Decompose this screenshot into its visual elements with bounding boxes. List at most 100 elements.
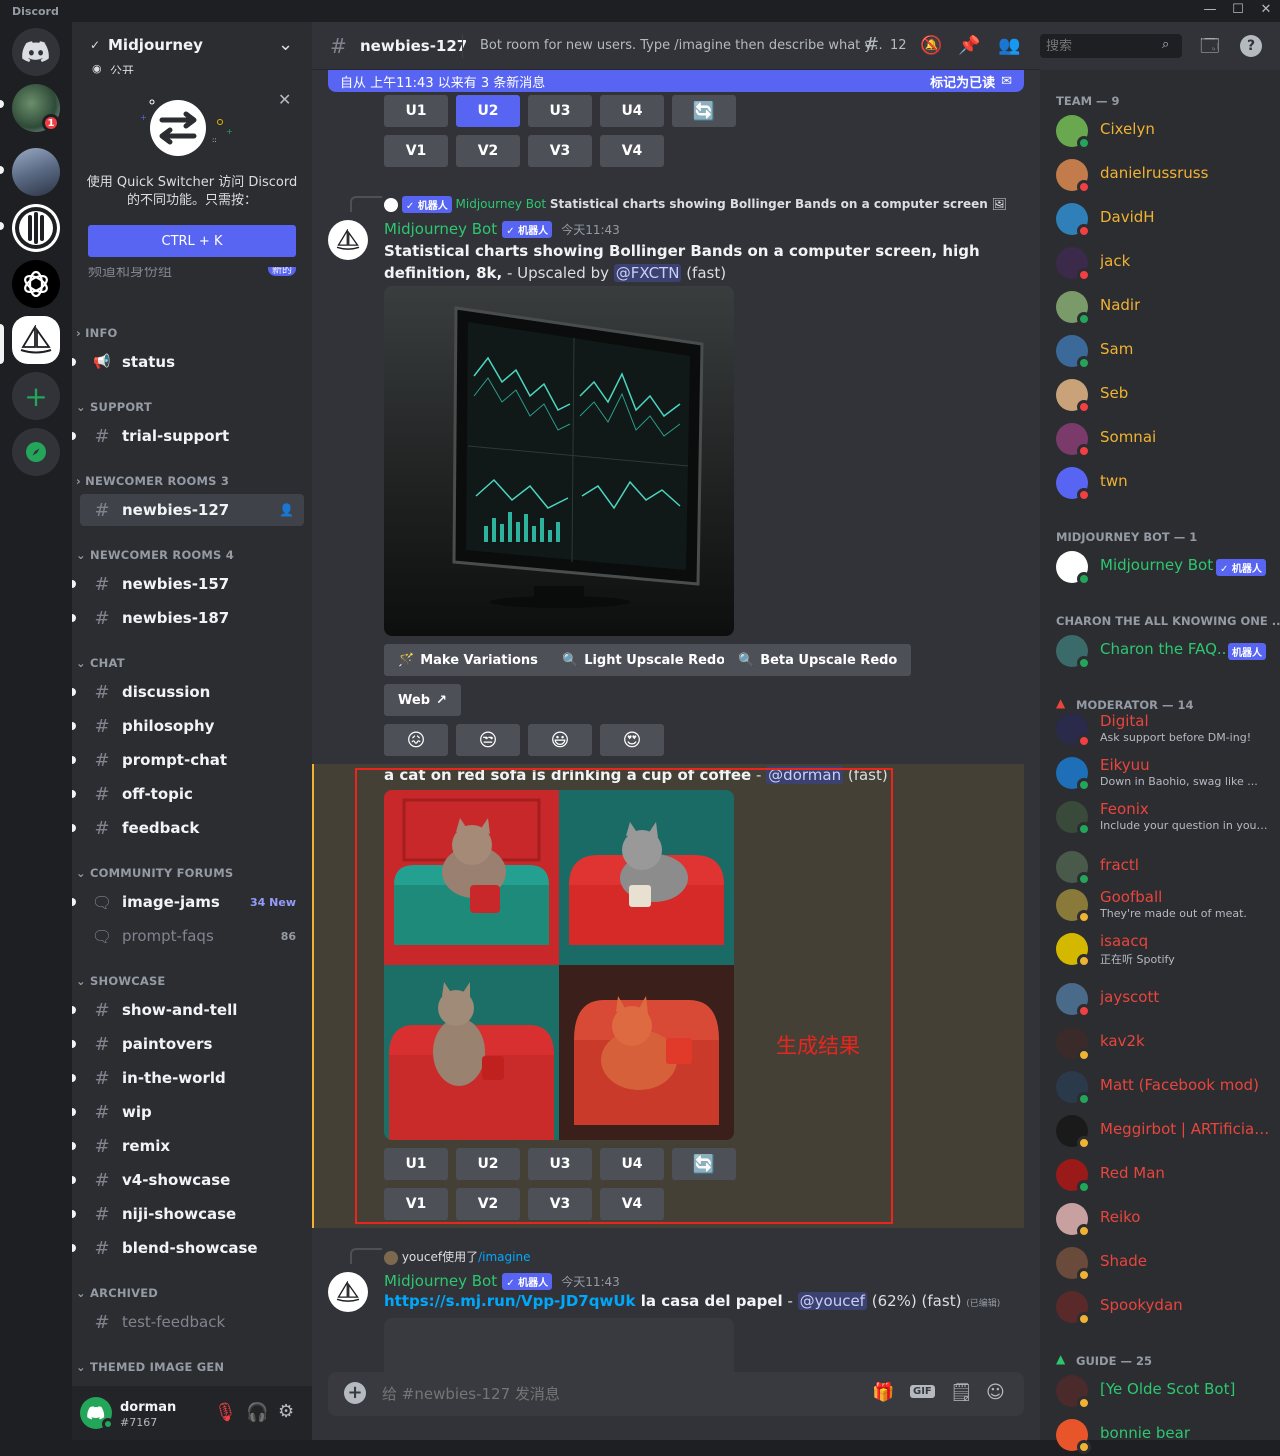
inbox-icon[interactable]: 🗔 <box>1200 34 1220 64</box>
reroll-button[interactable]: 🔄 <box>672 95 736 127</box>
search-input[interactable] <box>1046 37 1156 55</box>
category-info[interactable]: › INFO <box>76 326 118 340</box>
maximize-icon[interactable]: ☐ <box>1228 2 1248 17</box>
channel-off-topic[interactable]: # off-topic <box>72 778 304 810</box>
member-item[interactable]: Nadir <box>1056 286 1272 328</box>
channel-show-and-tell[interactable]: # show-and-tell <box>72 994 304 1026</box>
channel-prompt-chat[interactable]: # prompt-chat <box>72 744 304 776</box>
v2-button[interactable]: V2 <box>456 135 520 167</box>
guild-header[interactable]: ✓ Midjourney ◉ 公开 ⌄ <box>72 22 312 78</box>
channel-topic[interactable]: Bot room for new users. Type /imagine th… <box>480 38 883 53</box>
close-icon[interactable]: ✕ <box>278 90 291 109</box>
members-icon[interactable]: 👥 <box>998 35 1020 56</box>
user-mention[interactable]: @FXCTN <box>613 264 682 282</box>
command-reply[interactable]: youcef使用了/imagine <box>384 1248 530 1265</box>
threads-icon[interactable]: # <box>864 34 879 55</box>
hidden-channel-row[interactable]: 频道和身份组 新的 <box>88 267 302 279</box>
channel-philosophy[interactable]: # philosophy <box>72 710 304 742</box>
category-newcomer-4[interactable]: ⌄ NEWCOMER ROOMS 4 <box>76 548 234 562</box>
member-item[interactable]: bonnie bear <box>1056 1414 1272 1456</box>
member-item[interactable]: Reiko <box>1056 1198 1272 1240</box>
minimize-icon[interactable]: — <box>1200 2 1220 17</box>
channel-feedback[interactable]: # feedback <box>72 812 304 844</box>
member-item[interactable]: Seb <box>1056 374 1272 416</box>
author-name[interactable]: Midjourney Bot <box>384 1272 497 1290</box>
member-item[interactable]: jack <box>1056 242 1272 284</box>
channel-in-the-world[interactable]: # in-the-world <box>72 1062 304 1094</box>
member-item[interactable]: jayscott <box>1056 978 1272 1020</box>
member-item[interactable]: Feonix Include your question in your ... <box>1056 796 1272 838</box>
category-themed-image-gen[interactable]: ⌄ THEMED IMAGE GEN <box>76 1360 224 1374</box>
member-item[interactable]: isaacq 正在听 Spotify <box>1056 928 1272 970</box>
web-button[interactable]: Web ↗ <box>384 684 461 716</box>
reaction-unamused-button[interactable]: 😒 <box>456 724 520 756</box>
reply-preview[interactable]: ✓ 机器人 Midjourney Bot Statistical charts … <box>384 196 1007 213</box>
slash-command[interactable]: /imagine <box>478 1250 530 1264</box>
channel-paintovers[interactable]: # paintovers <box>72 1028 304 1060</box>
search-box[interactable]: ⌕ <box>1040 34 1182 58</box>
channel-newbies-127[interactable]: # newbies-127 👤 <box>80 494 304 526</box>
channel-v4-showcase[interactable]: # v4-showcase <box>72 1164 304 1196</box>
pin-icon[interactable]: 📌 <box>958 35 980 56</box>
member-item[interactable]: Meggirbot | ARTificial... <box>1056 1110 1272 1152</box>
emoji-icon[interactable]: ☺ <box>986 1382 1005 1403</box>
reaction-heart-eyes-button[interactable]: 😍 <box>600 724 664 756</box>
category-chat[interactable]: ⌄ CHAT <box>76 656 125 670</box>
chevron-down-icon[interactable]: ⌄ <box>278 34 293 55</box>
server-stripe-icon[interactable] <box>12 204 60 252</box>
u1-button[interactable]: U1 <box>384 95 448 127</box>
member-item[interactable]: Eikyuu Down in Baohio, swag like ... <box>1056 752 1272 794</box>
category-support[interactable]: ⌄ SUPPORT <box>76 400 152 414</box>
channel-trial-support[interactable]: # trial-support <box>72 420 304 452</box>
channel-status[interactable]: 📢 status <box>72 346 304 378</box>
channel-remix[interactable]: # remix <box>72 1130 304 1162</box>
v1-button[interactable]: V1 <box>384 135 448 167</box>
author-name[interactable]: Midjourney Bot <box>384 220 497 238</box>
mark-read-button[interactable]: 标记为已读 <box>930 72 995 91</box>
member-item[interactable]: Shade <box>1056 1242 1272 1284</box>
member-item[interactable]: Charon the FAQ... 机器人 <box>1056 630 1272 672</box>
light-upscale-redo-button[interactable]: 🔍 Light Upscale Redo <box>548 644 740 676</box>
v3-button[interactable]: V3 <box>528 135 592 167</box>
server-building-icon[interactable] <box>12 148 60 196</box>
add-attachment-icon[interactable]: + <box>344 1382 366 1404</box>
gift-icon[interactable]: 🎁 <box>872 1382 894 1403</box>
headphones-icon[interactable]: 🎧 <box>246 1402 268 1423</box>
member-item[interactable]: Spookydan <box>1056 1286 1272 1328</box>
user-mention[interactable]: @youcef <box>797 1292 867 1310</box>
member-item[interactable]: fractl <box>1056 846 1272 888</box>
member-item[interactable]: danielrussruss <box>1056 154 1272 196</box>
reaction-confounded-button[interactable]: 😖 <box>384 724 448 756</box>
member-item[interactable]: Red Man <box>1056 1154 1272 1196</box>
category-newcomer-3[interactable]: › NEWCOMER ROOMS 3 <box>76 474 229 488</box>
channel-blend-showcase[interactable]: # blend-showcase <box>72 1232 304 1264</box>
mic-muted-icon[interactable]: 🎙 <box>214 1402 237 1423</box>
u2-button[interactable]: U2 <box>456 95 520 127</box>
explore-compass-icon[interactable] <box>12 428 60 476</box>
member-item[interactable]: [Ye Olde Scot Bot] <box>1056 1370 1272 1412</box>
avatar[interactable] <box>328 220 368 260</box>
avatar[interactable] <box>328 1272 368 1312</box>
member-item[interactable]: kav2k <box>1056 1022 1272 1064</box>
channel-image-jams[interactable]: 🗨 image-jams 34 New <box>72 886 304 918</box>
message-input[interactable] <box>382 1380 852 1408</box>
beta-upscale-redo-button[interactable]: 🔍 Beta Upscale Redo <box>724 644 912 676</box>
v4-button[interactable]: V4 <box>600 135 664 167</box>
new-messages-banner[interactable]: 自从 上午11:43 以来有 3 条新消息 标记为已读 ✉ <box>328 70 1024 92</box>
member-item[interactable]: DavidH <box>1056 198 1272 240</box>
server-midjourney-icon[interactable] <box>12 316 60 364</box>
u3-button[interactable]: U3 <box>528 95 592 127</box>
channel-newbies-187[interactable]: # newbies-187 <box>72 602 304 634</box>
discord-home-icon[interactable] <box>12 28 60 76</box>
shortcut-button[interactable]: CTRL + K <box>88 225 296 257</box>
member-item[interactable]: Digital Ask support before DM-ing! <box>1056 708 1272 750</box>
notification-muted-icon[interactable]: 🔕 <box>920 35 942 56</box>
category-community-forums[interactable]: ⌄ COMMUNITY FORUMS <box>76 866 233 880</box>
server-openai-icon[interactable] <box>12 260 60 308</box>
channel-test-feedback[interactable]: # test-feedback <box>80 1306 304 1338</box>
member-item[interactable]: Cixelyn <box>1056 110 1272 152</box>
add-server-icon[interactable]: + <box>12 372 60 420</box>
upscaled-image[interactable] <box>384 286 734 636</box>
gear-icon[interactable]: ⚙ <box>278 1401 294 1422</box>
invite-user-icon[interactable]: 👤 <box>279 503 294 517</box>
